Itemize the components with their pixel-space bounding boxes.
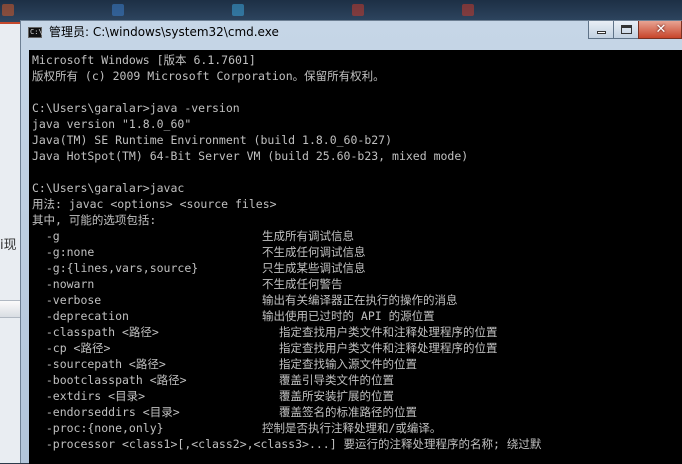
option-description: 只生成某些调试信息 [262, 261, 366, 275]
console-output[interactable]: Microsoft Windows [版本 6.1.7601] 版权所有 (c) … [29, 50, 682, 464]
option-flag: -g [32, 229, 60, 243]
option-flag: -g:{lines,vars,source} [32, 261, 199, 275]
option-flag: -proc:{none,only} [32, 421, 164, 435]
option-flag: -verbose [32, 293, 102, 307]
console-option-line: -cp <路径> 指定查找用户类文件和注释处理程序的位置 [32, 340, 682, 356]
window-title: 管理员: C:\windows\system32\cmd.exe [49, 25, 279, 39]
console-line: C:\Users\garalar>java -version [32, 101, 240, 115]
console-line: java version "1.8.0_60" [32, 117, 192, 131]
console-option-line: -g 生成所有调试信息 [32, 228, 682, 244]
background-taskbar [0, 0, 682, 22]
console-line: Java HotSpot(TM) 64-Bit Server VM (build… [32, 149, 469, 163]
console-option-line: -endorseddirs <目录> 覆盖签名的标准路径的位置 [32, 404, 682, 420]
background-tab [232, 4, 247, 18]
console-line: C:\Users\garalar>javac [32, 181, 185, 195]
console-option-line: -classpath <路径> 指定查找用户类文件和注释处理程序的位置 [32, 324, 682, 340]
option-flag: -sourcepath <路径> [32, 357, 166, 371]
background-tab [2, 4, 17, 18]
close-button[interactable]: ✕ [638, 21, 682, 39]
cmd-icon[interactable]: C:\ [28, 27, 43, 38]
minimize-icon [597, 31, 606, 34]
console-option-line: -g:{lines,vars,source} 只生成某些调试信息 [32, 260, 682, 276]
console-option-line: -g:none 不生成任何调试信息 [32, 244, 682, 260]
background-tab [352, 4, 367, 18]
console-option-line: -deprecation 输出使用已过时的 API 的源位置 [32, 308, 682, 324]
cmd-window[interactable]: C:\ 管理员: C:\windows\system32\cmd.exe ✕ M… [20, 20, 682, 464]
maximize-button[interactable] [613, 21, 639, 39]
console-option-line: -nowarn 不生成任何警告 [32, 276, 682, 292]
background-toolbar [0, 300, 22, 318]
option-description: 不生成任何调试信息 [262, 245, 366, 259]
console-option-line: -extdirs <目录> 覆盖所安装扩展的位置 [32, 388, 682, 404]
console-option-line: -sourcepath <路径> 指定查找输入源文件的位置 [32, 356, 682, 372]
option-description: 控制是否执行注释处理和/或编译。 [262, 421, 442, 435]
console-option-line: -processor <class1>[,<class2>,<class3>..… [32, 436, 682, 452]
maximize-icon [621, 25, 632, 34]
option-description: 覆盖引导类文件的位置 [279, 373, 394, 387]
option-description: 指定查找用户类文件和注释处理程序的位置 [279, 341, 498, 355]
background-window-edge: i现 [0, 22, 22, 463]
console-line: 用法: javac <options> <source files> [32, 197, 277, 211]
console-line: Microsoft Windows [版本 6.1.7601] [32, 53, 256, 67]
option-flag: -deprecation [32, 309, 129, 323]
option-flag: -classpath <路径> [32, 325, 159, 339]
option-description: 覆盖签名的标准路径的位置 [279, 405, 417, 419]
minimize-button[interactable] [588, 21, 614, 39]
option-description: 生成所有调试信息 [262, 229, 354, 243]
console-option-line: -proc:{none,only} 控制是否执行注释处理和/或编译。 [32, 420, 682, 436]
option-flag: -processor <class1>[,<class2>,<class3>..… [32, 437, 542, 451]
background-text: i现 [0, 238, 17, 253]
console-option-line: -bootclasspath <路径> 覆盖引导类文件的位置 [32, 372, 682, 388]
option-description: 输出有关编译器正在执行的操作的消息 [262, 293, 458, 307]
title-bar[interactable]: C:\ 管理员: C:\windows\system32\cmd.exe ✕ [21, 21, 682, 45]
option-description: 指定查找输入源文件的位置 [279, 357, 417, 371]
option-flag: -bootclasspath <路径> [32, 373, 187, 387]
option-description: 不生成任何警告 [262, 277, 343, 291]
console-line: 其中, 可能的选项包括: [32, 213, 157, 227]
option-flag: -g:none [32, 245, 95, 259]
console-line: Java(TM) SE Runtime Environment (build 1… [32, 133, 393, 147]
option-description: 指定查找用户类文件和注释处理程序的位置 [279, 325, 498, 339]
console-option-line: -verbose 输出有关编译器正在执行的操作的消息 [32, 292, 682, 308]
background-tab [112, 4, 127, 18]
option-flag: -nowarn [32, 277, 95, 291]
option-flag: -cp <路径> [32, 341, 111, 355]
option-description: 覆盖所安装扩展的位置 [279, 389, 394, 403]
console-line: 版权所有 (c) 2009 Microsoft Corporation。保留所有… [32, 69, 385, 83]
close-icon: ✕ [655, 22, 667, 37]
window-controls: ✕ [588, 21, 682, 40]
option-description: 输出使用已过时的 API 的源位置 [262, 309, 435, 323]
option-flag: -extdirs <目录> [32, 389, 146, 403]
option-flag: -endorseddirs <目录> [32, 405, 180, 419]
background-tab [462, 4, 477, 18]
